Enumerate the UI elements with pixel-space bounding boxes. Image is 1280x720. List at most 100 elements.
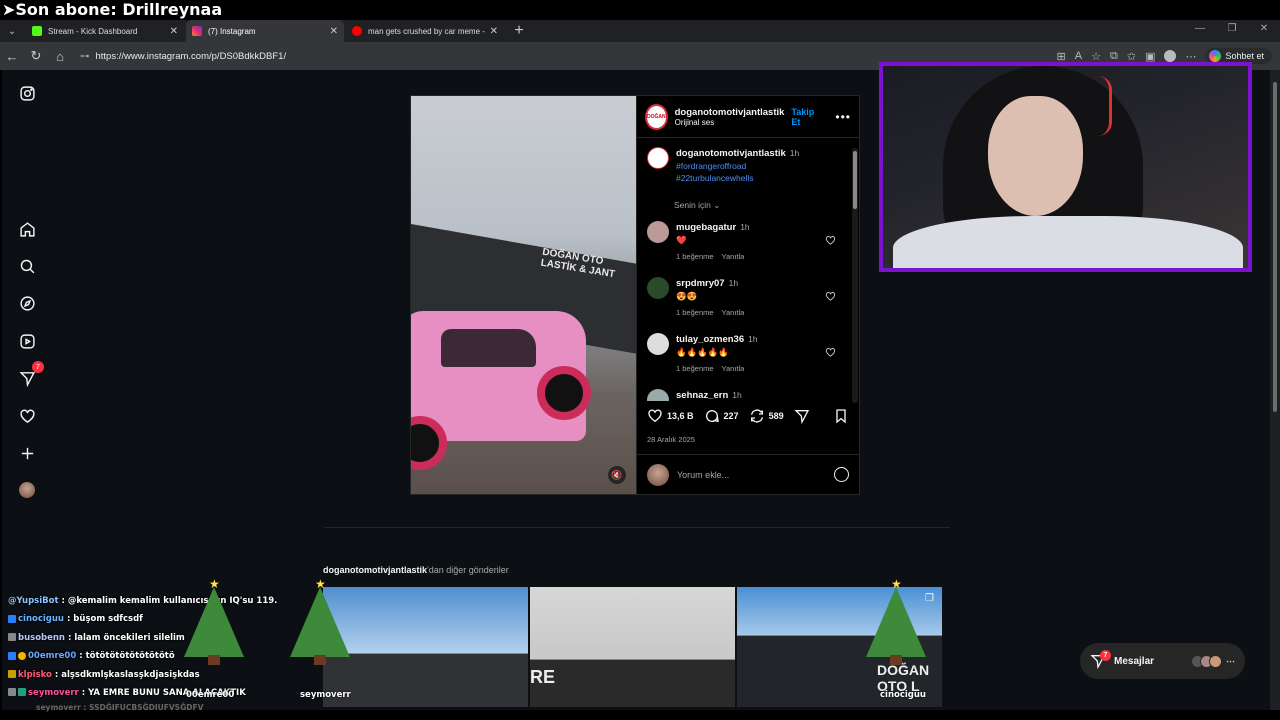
post-media-video[interactable]: DOĞAN OTO LASTİK & JANT 🔇 xyxy=(411,96,636,494)
back-arrow-icon[interactable]: ← xyxy=(0,49,24,64)
post-modal: DOĞAN OTO LASTİK & JANT 🔇 DOĞAN doganoto… xyxy=(410,95,860,495)
commenter-username[interactable]: tulay_ozmen36 xyxy=(676,334,744,345)
hashtag-link[interactable]: #22turbulancewhells xyxy=(676,173,754,183)
site-info-icon[interactable]: ⊶ xyxy=(80,51,90,62)
caption: doganotomotivjantlastik 1h #fordrangeroff… xyxy=(637,139,850,184)
comment-likes[interactable]: 1 beğenme xyxy=(676,252,714,261)
close-tab-icon[interactable]: ✕ xyxy=(330,26,338,37)
author-avatar-text: DOĞAN xyxy=(647,113,666,120)
home-icon[interactable] xyxy=(17,219,37,239)
likes-count[interactable]: 13,6 B xyxy=(667,411,694,421)
chat-message: 00emre00 : tötötötötötötötötö xyxy=(8,647,308,665)
share-icon[interactable] xyxy=(793,408,810,424)
reels-icon[interactable] xyxy=(17,331,37,351)
chat-badge-icon xyxy=(8,670,16,679)
messages-icon[interactable]: 7 xyxy=(17,361,44,388)
search-icon[interactable] xyxy=(17,256,37,276)
like-comment-heart-icon[interactable] xyxy=(825,291,836,302)
like-comment-heart-icon[interactable] xyxy=(825,347,836,358)
more-posts-username[interactable]: doganotomotivjantlastik xyxy=(323,565,427,575)
grid-post-thumbnail[interactable] xyxy=(323,587,528,707)
caption-username[interactable]: doganotomotivjantlastik xyxy=(676,148,786,159)
comment-item: tulay_ozmen36 1h 🔥🔥🔥🔥🔥 1 beğenme Yanıtla xyxy=(637,333,850,389)
chat-text: : lalam öncekileri silelim xyxy=(67,632,185,643)
minimize-icon[interactable]: — xyxy=(1184,18,1216,42)
tab-youtube[interactable]: man gets crushed by car meme - Y ✕ xyxy=(346,20,504,42)
caption-avatar[interactable] xyxy=(647,147,669,169)
mute-icon[interactable]: 🔇 xyxy=(608,466,626,484)
messages-pill[interactable]: 7 Mesajlar ⋯ xyxy=(1080,643,1245,679)
like-heart-icon[interactable] xyxy=(647,408,663,424)
favorite-star-icon[interactable]: ☆ xyxy=(1091,50,1101,63)
webcam-headset-shape xyxy=(1098,76,1112,136)
favorites-icon[interactable]: ✩ xyxy=(1127,50,1136,63)
browser-tab-bar: ⌄ Stream - Kick Dashboard ✕ (7) Instagra… xyxy=(0,18,1280,42)
audio-label[interactable]: Orijinal ses xyxy=(675,118,785,127)
close-tab-icon[interactable]: ✕ xyxy=(490,26,498,37)
bookmark-icon[interactable] xyxy=(833,408,849,424)
reply-link[interactable]: Yanıtla xyxy=(722,252,745,261)
for-you-filter[interactable]: Senin için ⌄ xyxy=(637,184,850,211)
app-available-icon[interactable]: ⊞ xyxy=(1057,50,1066,63)
webcam-shirt-shape xyxy=(893,216,1243,268)
comment-likes[interactable]: 1 beğenme xyxy=(676,364,714,373)
tab-list-chevron-icon[interactable]: ⌄ xyxy=(0,20,24,42)
follow-button[interactable]: Takip Et xyxy=(791,107,820,127)
commenter-username[interactable]: sehnaz_ern xyxy=(676,390,728,401)
commenter-avatar[interactable] xyxy=(647,333,669,355)
hashtag-link[interactable]: #fordrangeroffroad xyxy=(676,161,746,171)
reply-link[interactable]: Yanıtla xyxy=(722,308,745,317)
tab-kick-dashboard[interactable]: Stream - Kick Dashboard ✕ xyxy=(26,20,184,42)
emoji-smiley-icon[interactable] xyxy=(834,467,849,482)
add-comment-input[interactable]: Yorum ekle... xyxy=(677,470,729,480)
collections-icon[interactable]: ▣ xyxy=(1145,50,1155,63)
close-tab-icon[interactable]: ✕ xyxy=(170,26,178,37)
comments-list: doganotomotivjantlastik 1h #fordrangeroff… xyxy=(637,139,850,401)
page-scrollbar[interactable] xyxy=(1270,70,1280,710)
chat-text: : büşom sdfcsdf xyxy=(66,614,143,625)
commenter-avatar[interactable] xyxy=(647,389,669,401)
repost-icon[interactable] xyxy=(749,408,765,424)
commenter-avatar[interactable] xyxy=(647,221,669,243)
create-plus-icon[interactable] xyxy=(17,443,37,463)
restore-icon[interactable]: ❐ xyxy=(1216,18,1248,42)
comments-scrollbar[interactable] xyxy=(852,148,858,403)
close-window-icon[interactable]: ✕ xyxy=(1248,18,1280,42)
comment-time: 1h xyxy=(748,334,758,344)
comment-bubble-icon[interactable] xyxy=(704,408,720,424)
author-username[interactable]: doganotomotivjantlastik xyxy=(675,107,785,118)
tab-instagram[interactable]: (7) Instagram ✕ xyxy=(186,20,344,42)
streamer-webcam xyxy=(879,62,1252,272)
copilot-label: Sohbet et xyxy=(1225,51,1264,61)
more-posts-suffix: 'dan diğer gönderiler xyxy=(427,565,509,575)
url-field[interactable]: ⊶ https://www.instagram.com/p/DS0BdkkDBF… xyxy=(80,46,286,66)
commenter-avatar[interactable] xyxy=(647,277,669,299)
notifications-heart-icon[interactable] xyxy=(17,406,37,426)
comments-scrollbar-thumb[interactable] xyxy=(853,151,857,209)
more-posts-heading: doganotomotivjantlastik'dan diğer gönder… xyxy=(323,565,509,575)
like-comment-heart-icon[interactable] xyxy=(825,235,836,246)
commenter-username[interactable]: srpdmry07 xyxy=(676,278,725,289)
page-scrollbar-thumb[interactable] xyxy=(1273,82,1277,412)
profile-avatar-icon[interactable] xyxy=(1164,50,1177,62)
youtube-favicon-icon xyxy=(352,26,362,36)
read-aloud-icon[interactable]: A xyxy=(1075,50,1082,62)
more-menu-icon[interactable]: ⋯ xyxy=(1185,50,1196,63)
comment-likes[interactable]: 1 beğenme xyxy=(676,308,714,317)
more-options-icon[interactable]: ••• xyxy=(835,110,851,124)
grid-post-thumbnail[interactable]: RE xyxy=(530,587,735,707)
new-tab-plus-icon[interactable]: + xyxy=(508,20,530,42)
author-avatar[interactable]: DOĞAN xyxy=(645,103,668,130)
reload-icon[interactable]: ↻ xyxy=(24,48,48,64)
extensions-icon[interactable]: ⧉ xyxy=(1110,50,1118,63)
reply-link[interactable]: Yanıtla xyxy=(722,364,745,373)
instagram-icon[interactable] xyxy=(17,83,37,103)
commenter-username[interactable]: mugebagatur xyxy=(676,222,736,233)
tab-label: (7) Instagram xyxy=(208,26,256,36)
home-browser-icon[interactable]: ⌂ xyxy=(48,49,72,64)
profile-icon[interactable] xyxy=(17,480,37,500)
messages-badge: 7 xyxy=(32,361,44,373)
truck-window xyxy=(441,329,536,367)
truck-wheel xyxy=(537,366,591,420)
explore-icon[interactable] xyxy=(17,293,37,313)
